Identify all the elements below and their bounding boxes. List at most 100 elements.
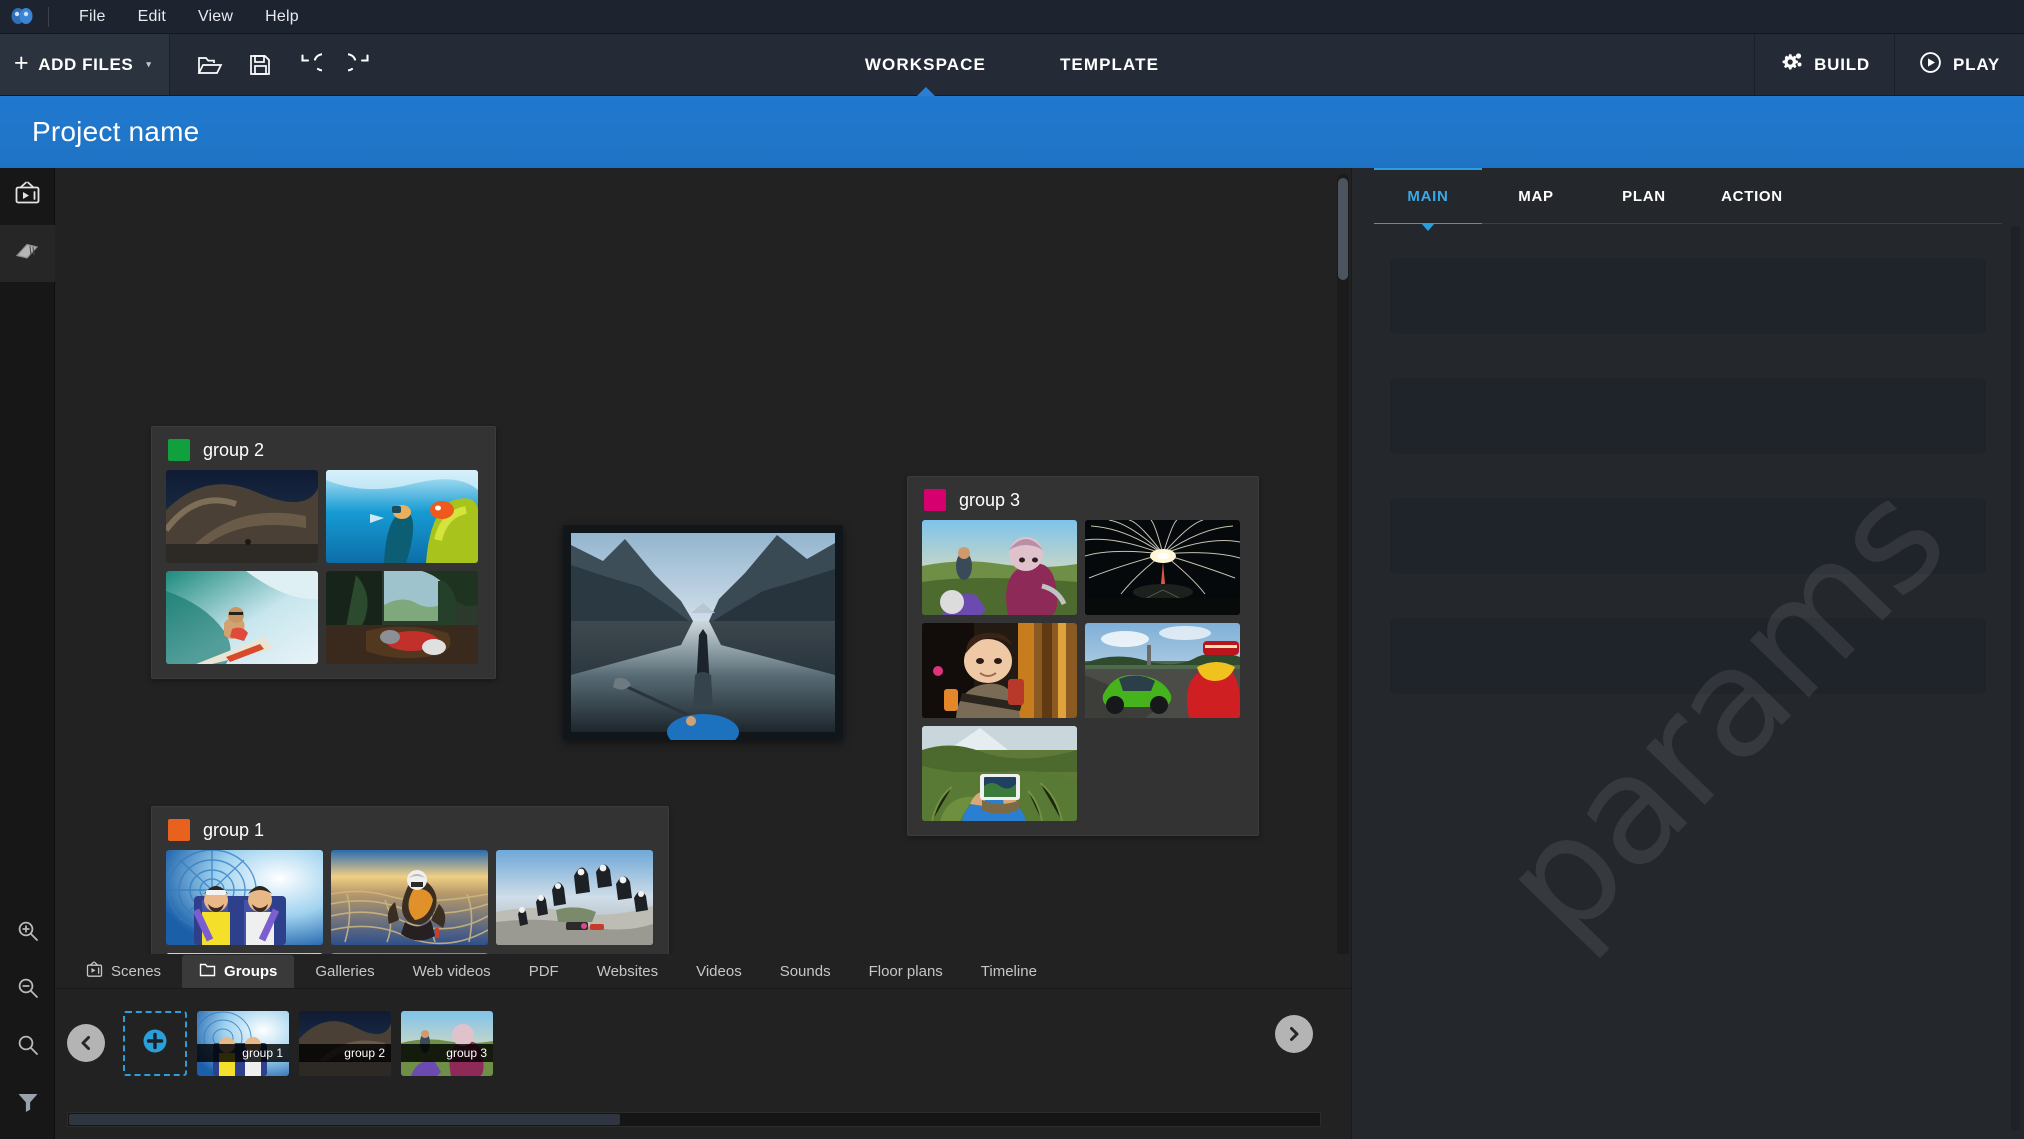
group-panel-group-3[interactable]: group 3	[907, 476, 1259, 836]
group-thumbnail-grid	[908, 520, 1258, 835]
app-logo-icon	[8, 5, 36, 29]
thumbnail-green-racecar[interactable]	[1085, 623, 1240, 718]
thumbnail-scuba-diver[interactable]	[326, 470, 478, 563]
plus-circle-icon	[142, 1028, 168, 1059]
thumbnail-child-bike[interactable]	[922, 520, 1077, 615]
undo-icon[interactable]	[292, 47, 328, 83]
bottom-tab-websites[interactable]: Websites	[580, 955, 675, 988]
group-panel-group-2[interactable]: group 2	[151, 426, 496, 679]
filmstrip-prev-button[interactable]	[67, 1024, 105, 1062]
bottom-tab-floor-plans[interactable]: Floor plans	[852, 955, 960, 988]
zoom-out-button[interactable]	[0, 962, 55, 1019]
thumbnail-sparks-steelwool[interactable]	[1085, 520, 1240, 615]
add-group-slot[interactable]	[123, 1010, 187, 1076]
play-circle-icon	[1919, 51, 1942, 79]
play-button[interactable]: PLAY	[1894, 34, 2024, 95]
tab-template[interactable]: TEMPLATE	[1054, 34, 1165, 95]
menu-item-help[interactable]: Help	[249, 5, 315, 29]
thumbnail-cliff-jumpers[interactable]	[496, 850, 653, 945]
tab-map-label: MAP	[1518, 188, 1554, 205]
param-placeholder-row[interactable]	[1390, 378, 1986, 454]
bottom-tab-label: Web videos	[412, 963, 491, 980]
tab-main-label: MAIN	[1407, 188, 1449, 205]
param-placeholder-row[interactable]	[1390, 258, 1986, 334]
zoom-in-button[interactable]	[0, 905, 55, 962]
bottom-tab-label: Groups	[224, 963, 278, 980]
filmstrip-items: group 1 group 2 group 3	[123, 1010, 493, 1076]
filmstrip-card-group-2[interactable]: group 2	[299, 1010, 391, 1076]
rail-bottom-tools	[0, 905, 55, 1133]
bottom-tab-galleries[interactable]: Galleries	[298, 955, 391, 988]
scrollbar-thumb[interactable]	[1338, 178, 1348, 280]
bottom-tab-label: Videos	[696, 963, 742, 980]
bottom-tab-scenes[interactable]: Scenes	[69, 955, 178, 988]
group-color-swatch	[168, 819, 190, 841]
menu-bar: File Edit View Help	[0, 0, 2024, 34]
thumbnail-rollercoaster[interactable]	[166, 850, 323, 945]
bottom-tab-label: PDF	[528, 963, 559, 980]
filter-button[interactable]	[0, 1076, 55, 1133]
tab-plan[interactable]: PLAN	[1590, 168, 1698, 224]
main-toolbar: + ADD FILES ▾ WORKSPACE TEMPLATE BUILD P…	[0, 34, 2024, 96]
workspace-template-tabs: WORKSPACE TEMPLATE	[859, 34, 1165, 95]
rail-item-library[interactable]	[0, 225, 55, 282]
tab-bar-filler	[1806, 168, 2002, 224]
thumbnail-paraglider-face[interactable]	[922, 623, 1077, 718]
filmstrip-card-caption: group 2	[299, 1043, 391, 1062]
group-title: group 1	[203, 819, 265, 840]
tab-plan-label: PLAN	[1622, 188, 1666, 205]
menu-item-edit[interactable]: Edit	[122, 5, 182, 29]
tab-map[interactable]: MAP	[1482, 168, 1590, 224]
filmstrip-horizontal-scrollbar[interactable]	[67, 1112, 1321, 1127]
bottom-tab-label: Sounds	[779, 963, 831, 980]
build-button[interactable]: BUILD	[1754, 34, 1894, 95]
book-library-icon	[14, 239, 41, 268]
tab-main[interactable]: MAIN	[1374, 168, 1482, 224]
bottom-tab-label: Timeline	[980, 963, 1037, 980]
save-icon[interactable]	[242, 47, 278, 83]
build-label: BUILD	[1814, 54, 1871, 74]
chevron-down-icon[interactable]: ▾	[146, 59, 151, 70]
project-name-bar[interactable]: Project name	[0, 96, 2024, 168]
bottom-tab-timeline[interactable]: Timeline	[964, 955, 1054, 988]
filmstrip-card-group-1[interactable]: group 1	[197, 1010, 289, 1076]
param-placeholder-row[interactable]	[1390, 498, 1986, 574]
filmstrip-card-caption: group 3	[401, 1043, 493, 1062]
bottom-tab-videos[interactable]: Videos	[679, 955, 759, 988]
thumbnail-canoe-forest[interactable]	[326, 571, 478, 664]
group-header: group 1	[152, 807, 668, 850]
menu-item-file[interactable]: File	[63, 5, 122, 29]
bottom-tab-bar: Scenes Groups Galleries Web videos PDF W…	[55, 954, 1351, 989]
bottom-tab-web-videos[interactable]: Web videos	[396, 955, 508, 988]
group-thumbnail-grid	[152, 470, 495, 678]
tab-template-label: TEMPLATE	[1059, 54, 1160, 74]
add-files-button[interactable]: + ADD FILES ▾	[0, 34, 171, 95]
tab-workspace[interactable]: WORKSPACE	[859, 34, 992, 95]
filmstrip-next-button[interactable]	[1275, 1015, 1313, 1053]
tab-action[interactable]: ACTION	[1698, 168, 1806, 224]
filmstrip-card-group-3[interactable]: group 3	[401, 1010, 493, 1076]
rail-item-scenes[interactable]	[0, 168, 55, 225]
param-placeholder-row[interactable]	[1390, 618, 1986, 694]
thumbnail-skydiver-dunes[interactable]	[331, 850, 488, 945]
thumbnail-bridge-night[interactable]	[166, 470, 318, 563]
thumbnail-surfer-wave[interactable]	[166, 571, 318, 664]
project-name[interactable]: Project name	[32, 116, 199, 148]
add-files-label: ADD FILES	[38, 54, 134, 74]
params-panel: MAIN MAP PLAN ACTION params	[1351, 168, 2024, 1139]
scrollbar-thumb[interactable]	[69, 1114, 620, 1125]
bottom-tab-pdf[interactable]: PDF	[512, 955, 576, 988]
open-folder-icon[interactable]	[192, 47, 228, 83]
zoom-reset-icon	[16, 1033, 40, 1062]
thumbnail-kayak-fjord[interactable]	[563, 525, 843, 740]
bottom-tab-groups[interactable]: Groups	[182, 955, 295, 988]
thumbnail-phone-mountain[interactable]	[922, 726, 1077, 821]
toolbar-icon-group	[170, 34, 378, 95]
tab-action-label: ACTION	[1721, 188, 1783, 205]
menu-item-view[interactable]: View	[182, 5, 249, 29]
zoom-reset-button[interactable]	[0, 1019, 55, 1076]
filmstrip: group 1 group 2 group 3	[55, 989, 1351, 1097]
bottom-tab-sounds[interactable]: Sounds	[763, 955, 848, 988]
params-vertical-scrollbar[interactable]	[2011, 226, 2020, 1131]
redo-icon[interactable]	[342, 47, 378, 83]
